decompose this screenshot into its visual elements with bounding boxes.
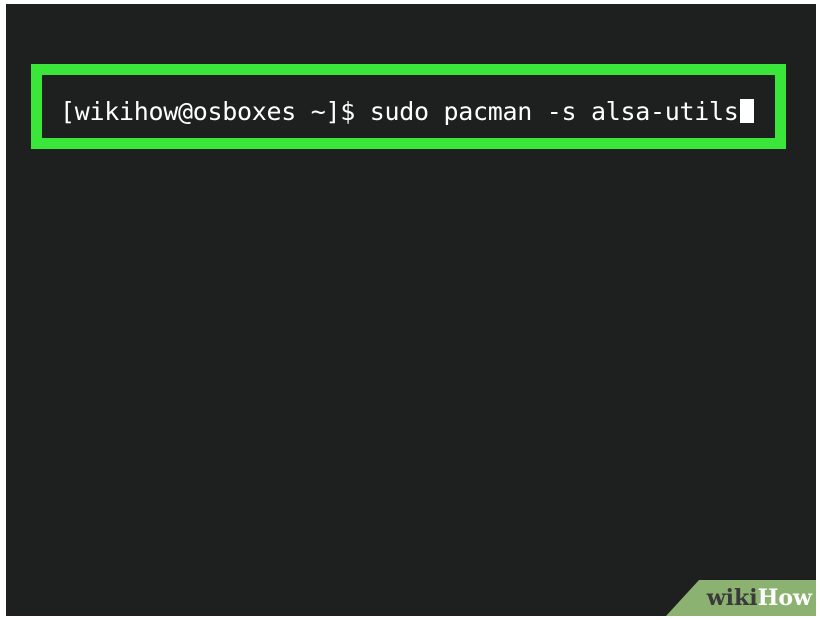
wikihow-watermark: wikiHow	[707, 585, 812, 611]
watermark-how: How	[757, 585, 812, 611]
terminal-prompt: [wikihow@osboxes ~]$	[60, 97, 370, 126]
watermark-wiki: wiki	[706, 585, 758, 611]
terminal-command: sudo pacman -s alsa-utils	[369, 97, 739, 126]
command-line[interactable]: [wikihow@osboxes ~]$ sudo pacman -s alsa…	[60, 97, 754, 127]
terminal-window: [wikihow@osboxes ~]$ sudo pacman -s alsa…	[6, 4, 816, 616]
text-cursor	[739, 99, 754, 123]
highlight-box: [wikihow@osboxes ~]$ sudo pacman -s alsa…	[31, 64, 786, 149]
